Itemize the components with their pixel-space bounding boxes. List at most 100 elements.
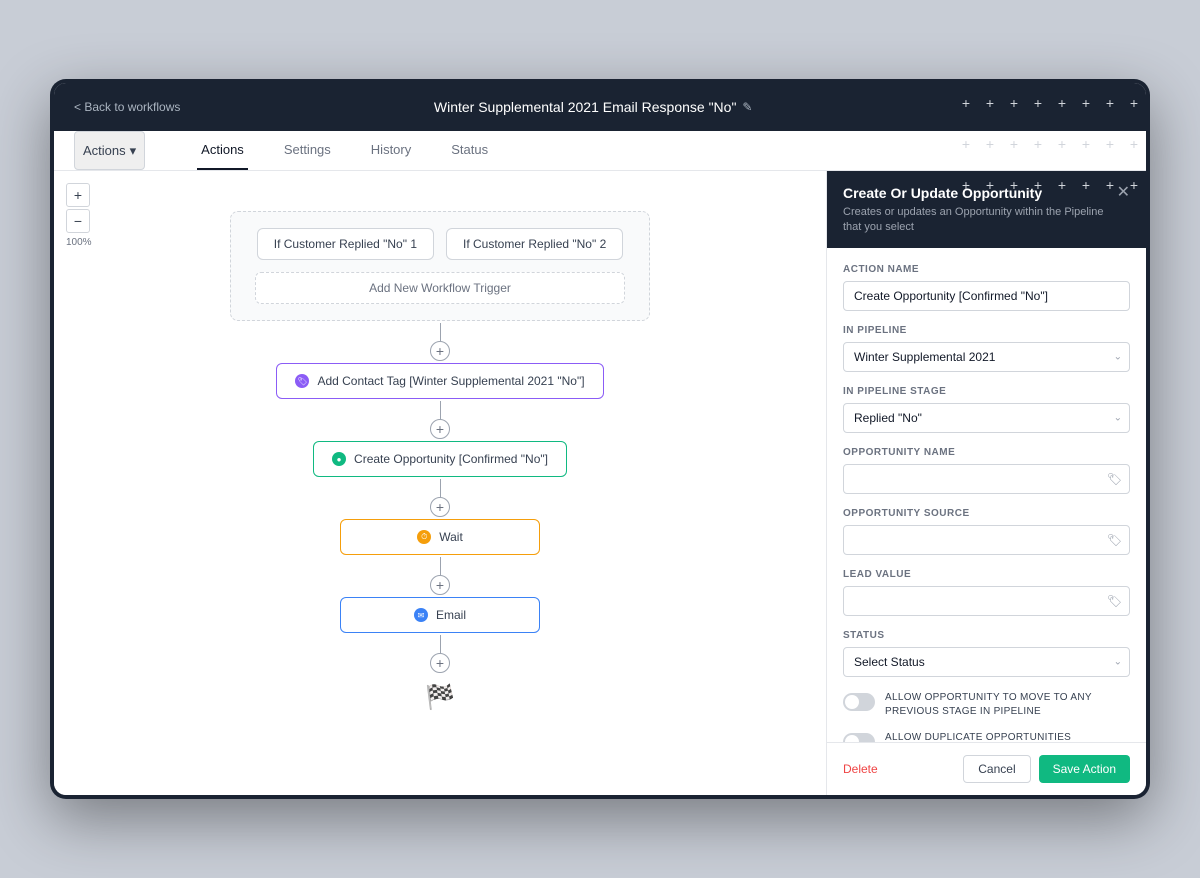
- pipeline-stage-field-group: IN PIPELINE STAGE Replied "No" ⌄: [843, 386, 1130, 433]
- edit-title-icon[interactable]: ✎: [742, 100, 752, 114]
- panel-footer: Delete Cancel Save Action: [827, 742, 1146, 795]
- in-pipeline-select[interactable]: Winter Supplemental 2021: [843, 342, 1130, 372]
- opportunity-name-label: OPPORTUNITY NAME: [843, 447, 1130, 458]
- connector-line: [440, 323, 441, 341]
- action-name-field-group: ACTION NAME: [843, 264, 1130, 311]
- tab-actions[interactable]: Actions: [197, 131, 248, 170]
- opportunity-name-input[interactable]: [843, 464, 1130, 494]
- in-pipeline-field-group: IN PIPELINE Winter Supplemental 2021 ⌄: [843, 325, 1130, 372]
- allow-duplicate-toggle-row: ALLOW DUPLICATE OPPORTUNITIES: [843, 731, 1130, 742]
- zoom-controls: + − 100%: [66, 183, 92, 248]
- status-label: STATUS: [843, 630, 1130, 641]
- lead-value-label: LEAD VALUE: [843, 569, 1130, 580]
- allow-previous-stage-toggle-row: ALLOW OPPORTUNITY TO MOVE TO ANY PREVIOU…: [843, 691, 1130, 719]
- action-name-label: ACTION NAME: [843, 264, 1130, 275]
- panel-header-content: Create Or Update Opportunity Creates or …: [843, 185, 1117, 236]
- opportunity-name-field-group: OPPORTUNITY NAME 🏷: [843, 447, 1130, 494]
- add-step-button-5[interactable]: +: [430, 653, 450, 673]
- connector-line: [440, 401, 441, 419]
- tag-action-node[interactable]: 🏷 Add Contact Tag [Winter Supplemental 2…: [276, 363, 603, 399]
- panel-header: Create Or Update Opportunity Creates or …: [827, 171, 1146, 248]
- opportunity-node-icon: ●: [332, 452, 346, 466]
- zoom-in-button[interactable]: +: [66, 183, 90, 207]
- allow-duplicate-toggle[interactable]: [843, 733, 875, 742]
- delete-button[interactable]: Delete: [843, 762, 878, 776]
- opportunity-source-tag-icon: 🏷: [1107, 533, 1122, 547]
- trigger-node-1[interactable]: If Customer Replied "No" 1: [257, 228, 434, 260]
- workflow-area: If Customer Replied "No" 1 If Customer R…: [54, 171, 826, 772]
- toggle-thumb: [845, 695, 859, 709]
- add-step-button-2[interactable]: +: [430, 419, 450, 439]
- wait-node-label: Wait: [439, 530, 463, 544]
- allow-previous-stage-label: ALLOW OPPORTUNITY TO MOVE TO ANY PREVIOU…: [885, 691, 1130, 719]
- lead-value-tag-icon: 🏷: [1107, 594, 1122, 608]
- opportunity-name-tag-icon: 🏷: [1107, 472, 1122, 486]
- connector-4: +: [430, 557, 450, 595]
- toggle-thumb-2: [845, 735, 859, 742]
- lead-value-input[interactable]: [843, 586, 1130, 616]
- opportunity-source-field-group: OPPORTUNITY SOURCE 🏷: [843, 508, 1130, 555]
- cancel-button[interactable]: Cancel: [963, 755, 1030, 783]
- lead-value-field-group: LEAD VALUE 🏷: [843, 569, 1130, 616]
- main-content: + − 100% If Customer Replied "No" 1 If C…: [54, 171, 1146, 795]
- opportunity-source-input-wrapper: 🏷: [843, 525, 1130, 555]
- connector-5: +: [430, 635, 450, 673]
- opportunity-node-label: Create Opportunity [Confirmed "No"]: [354, 452, 548, 466]
- trigger-box: If Customer Replied "No" 1 If Customer R…: [230, 211, 650, 321]
- connector-3: +: [430, 479, 450, 517]
- connector-line: [440, 479, 441, 497]
- tab-settings[interactable]: Settings: [280, 131, 335, 170]
- header: < Back to workflows Winter Supplemental …: [54, 83, 1146, 131]
- tag-node-label: Add Contact Tag [Winter Supplemental 202…: [317, 374, 584, 388]
- add-step-button-4[interactable]: +: [430, 575, 450, 595]
- opportunity-source-label: OPPORTUNITY SOURCE: [843, 508, 1130, 519]
- status-select[interactable]: Select Status: [843, 647, 1130, 677]
- header-title-group: Winter Supplemental 2021 Email Response …: [434, 99, 753, 115]
- allow-previous-stage-toggle[interactable]: [843, 693, 875, 711]
- connector-2: +: [430, 401, 450, 439]
- connector-line: [440, 635, 441, 653]
- save-action-button[interactable]: Save Action: [1039, 755, 1130, 783]
- trigger-node-2[interactable]: If Customer Replied "No" 2: [446, 228, 623, 260]
- zoom-level-display: 100%: [66, 237, 92, 248]
- panel-title: Create Or Update Opportunity: [843, 185, 1117, 201]
- panel-body: ACTION NAME IN PIPELINE Winter Supplemen…: [827, 248, 1146, 742]
- back-to-workflows-link[interactable]: < Back to workflows: [74, 100, 180, 114]
- connector-1: +: [430, 323, 450, 361]
- wait-action-node[interactable]: ⏱ Wait: [340, 519, 540, 555]
- zoom-out-button[interactable]: −: [66, 209, 90, 233]
- finish-flag: 🏁: [425, 683, 455, 712]
- status-select-wrapper: Select Status ⌄: [843, 647, 1130, 677]
- add-step-button-1[interactable]: +: [430, 341, 450, 361]
- tab-status[interactable]: Status: [447, 131, 492, 170]
- close-panel-button[interactable]: ✕: [1117, 185, 1130, 201]
- email-node-icon: ✉: [414, 608, 428, 622]
- chevron-down-icon: ▾: [130, 143, 137, 159]
- email-action-node[interactable]: ✉ Email: [340, 597, 540, 633]
- lead-value-input-wrapper: 🏷: [843, 586, 1130, 616]
- pipeline-stage-select[interactable]: Replied "No": [843, 403, 1130, 433]
- opportunity-name-input-wrapper: 🏷: [843, 464, 1130, 494]
- in-pipeline-label: IN PIPELINE: [843, 325, 1130, 336]
- wait-node-icon: ⏱: [417, 530, 431, 544]
- tab-history[interactable]: History: [367, 131, 415, 170]
- action-name-input[interactable]: [843, 281, 1130, 311]
- in-pipeline-select-wrapper: Winter Supplemental 2021 ⌄: [843, 342, 1130, 372]
- add-step-button-3[interactable]: +: [430, 497, 450, 517]
- footer-actions: Cancel Save Action: [963, 755, 1130, 783]
- opportunity-source-input[interactable]: [843, 525, 1130, 555]
- email-node-label: Email: [436, 608, 466, 622]
- opportunity-action-node[interactable]: ● Create Opportunity [Confirmed "No"]: [313, 441, 567, 477]
- panel-subtitle: Creates or updates an Opportunity within…: [843, 205, 1117, 236]
- connector-line: [440, 557, 441, 575]
- right-panel: Create Or Update Opportunity Creates or …: [826, 171, 1146, 795]
- tag-node-icon: 🏷: [295, 374, 309, 388]
- app-window: < Back to workflows Winter Supplemental …: [54, 83, 1146, 795]
- trigger-nodes: If Customer Replied "No" 1 If Customer R…: [255, 228, 625, 260]
- add-trigger-button[interactable]: Add New Workflow Trigger: [255, 272, 625, 304]
- allow-duplicate-label: ALLOW DUPLICATE OPPORTUNITIES: [885, 731, 1071, 742]
- workflow-title: Winter Supplemental 2021 Email Response …: [434, 99, 737, 115]
- workflow-canvas[interactable]: + − 100% If Customer Replied "No" 1 If C…: [54, 171, 826, 795]
- pipeline-stage-select-wrapper: Replied "No" ⌄: [843, 403, 1130, 433]
- actions-dropdown-button[interactable]: Actions ▾: [74, 131, 145, 170]
